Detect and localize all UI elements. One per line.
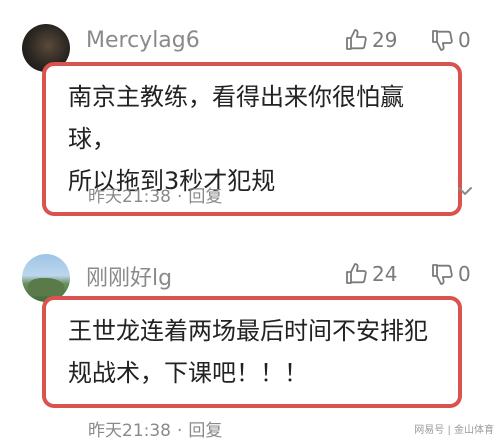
like-button[interactable]: 24 (344, 262, 397, 286)
reply-button[interactable]: 回复 (188, 421, 222, 441)
timestamp: 昨天21:38 (88, 187, 171, 207)
dislike-count: 0 (458, 28, 471, 52)
comment-text-highlight: 王世龙连着两场最后时间不安排犯 规战术，下课吧！！！ (42, 296, 462, 408)
watermark: 网易号 | 金山体育 (414, 425, 494, 436)
like-button[interactable]: 29 (344, 28, 397, 52)
comment-text-line: 规战术，下课吧！！！ (68, 359, 308, 387)
comment-meta: 昨天21:38 · 回复 (88, 182, 222, 207)
dislike-count: 0 (458, 262, 471, 286)
separator-dot: · (177, 421, 183, 441)
username[interactable]: 刚刚好lg (86, 260, 172, 292)
avatar[interactable] (22, 254, 70, 302)
thumbs-up-icon (346, 29, 367, 50)
comment-text-line: 南京主教练，看得出来你很怕赢球， (68, 83, 404, 153)
thumbs-down-icon (432, 30, 453, 51)
timestamp: 昨天21:38 (88, 421, 171, 441)
like-count: 24 (372, 262, 398, 286)
comment-text-line: 王世龙连着两场最后时间不安排犯 (68, 317, 428, 345)
username[interactable]: Mercylag6 (86, 28, 200, 53)
dislike-button[interactable]: 0 (430, 262, 471, 286)
reply-button[interactable]: 回复 (188, 187, 222, 207)
like-count: 29 (372, 28, 398, 52)
separator-dot: · (177, 187, 183, 207)
comment-meta: 昨天21:38 · 回复 (88, 416, 222, 441)
thumbs-down-icon (432, 264, 453, 285)
avatar-landscape (28, 278, 64, 296)
thumbs-up-icon (346, 263, 367, 284)
chevron-down-icon[interactable] (456, 182, 474, 200)
dislike-button[interactable]: 0 (430, 28, 471, 52)
